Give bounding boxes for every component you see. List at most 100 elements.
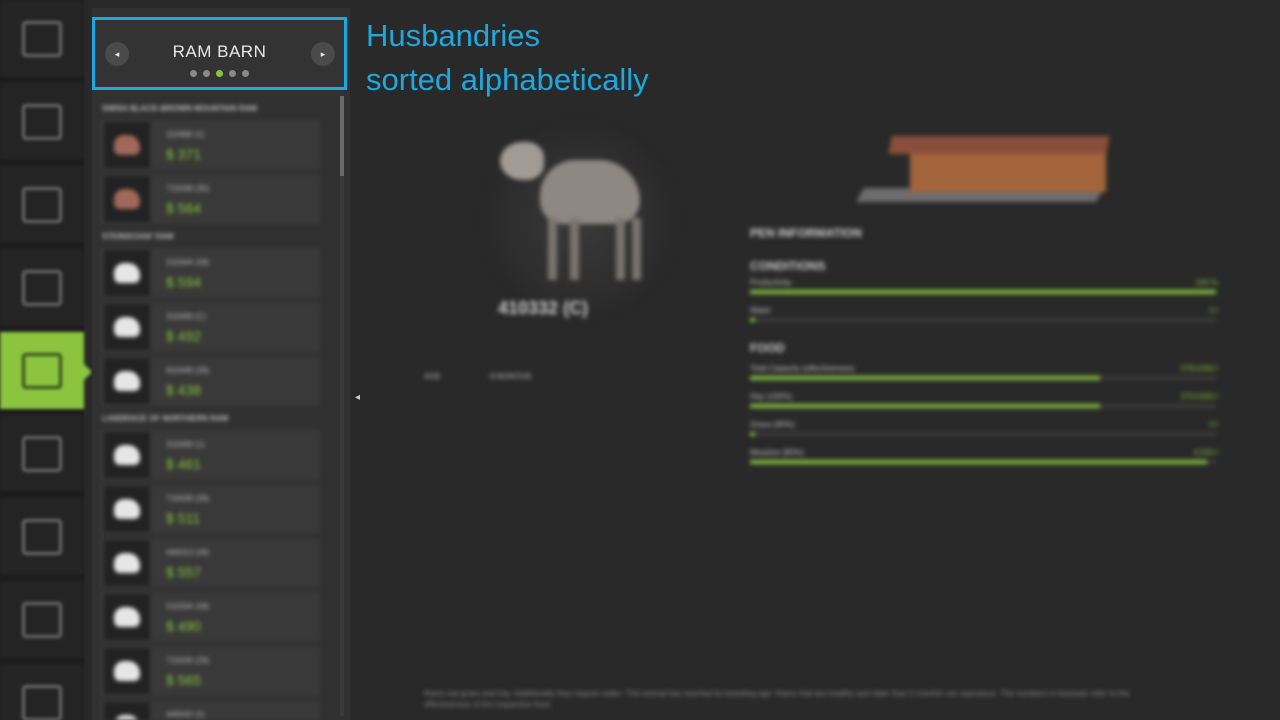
map-icon (22, 103, 62, 140)
animal-price: $ 511 (166, 510, 200, 526)
animal-thumbnail (104, 304, 150, 350)
animal-name: 440042 (1) (166, 710, 205, 719)
animal-price: $ 371 (166, 146, 202, 162)
barn-image (910, 152, 1106, 192)
annotation-line-2: sorted alphabetically (366, 62, 649, 97)
list-item[interactable]: 910448 (29) $ 438 (100, 356, 320, 406)
sheep-icon (114, 661, 140, 681)
ram-leg (616, 218, 625, 280)
animal-name: 710039 (29) (166, 656, 210, 665)
annotation-line-1: Husbandries (366, 18, 541, 53)
stat-value: 0 l (1209, 420, 1218, 429)
food-title: FOOD (750, 341, 785, 355)
animal-name: 310089 (C) (166, 312, 207, 321)
stat-bar-fill (750, 318, 755, 322)
animal-thumbnail (104, 358, 150, 404)
menu-tab-5[interactable] (0, 415, 84, 495)
animal-thumbnail (104, 432, 150, 478)
page-dot[interactable] (242, 70, 249, 77)
animal-thumbnail (104, 540, 150, 586)
animal-name: 440013 (29) (166, 548, 210, 557)
stat-label: Water (750, 306, 772, 315)
list-item[interactable]: 210344 (29) $ 594 (100, 248, 320, 298)
page-dot[interactable] (216, 70, 223, 77)
animal-price: $ 557 (166, 564, 202, 580)
stat-bar-fill (750, 376, 1100, 380)
barn-roof (888, 136, 1110, 154)
stat-label: Productivity (750, 278, 792, 287)
sheep-icon (114, 189, 140, 209)
page-dot[interactable] (203, 70, 210, 77)
animal-list: SWISS BLACK-BROWN MOUNTAIN RAM 110489 (1)… (100, 98, 340, 720)
animal-name: 310089 (1) (166, 440, 205, 449)
detail-area: 410332 (C) AGE 8 MONTHS PEN INFORMATION … (370, 100, 1270, 720)
page-indicator (95, 70, 344, 77)
menu-tab-7[interactable] (0, 581, 84, 661)
menu-tab-1[interactable] (0, 83, 84, 163)
stat-label: Meadow (80%) (750, 448, 804, 457)
menu-tab-3[interactable] (0, 249, 84, 329)
sheep-icon (114, 371, 140, 391)
stat-bar-fill (750, 460, 1207, 464)
animal-price: $ 564 (166, 200, 202, 216)
animal-price: $ 492 (166, 328, 202, 344)
price-icon (22, 518, 62, 555)
list-item[interactable]: 310089 (C) $ 492 (100, 302, 320, 352)
animal-name: 710048 (30) (166, 184, 210, 193)
animal-price: $ 594 (166, 274, 202, 290)
list-item[interactable]: 440042 (1) (100, 700, 320, 720)
sheep-icon (114, 715, 140, 720)
animal-price: $ 438 (166, 382, 202, 398)
page-dot[interactable] (190, 70, 197, 77)
next-husbandry-button[interactable]: ▸ (311, 42, 335, 66)
bank-icon (22, 20, 62, 57)
chevron-right-icon: ▸ (320, 48, 326, 59)
menu-tab-2[interactable] (0, 166, 84, 246)
finances-icon (22, 601, 62, 638)
list-item[interactable]: 510334 (29) $ 490 (100, 592, 320, 642)
list-item[interactable]: 310089 (1) $ 461 (100, 430, 320, 480)
menu-tab-6[interactable] (0, 498, 84, 578)
list-item[interactable]: 710038 (29) $ 511 (100, 484, 320, 534)
husbandry-title: RAM BARN (172, 42, 267, 61)
list-item[interactable]: 440013 (29) $ 557 (100, 538, 320, 588)
calendar-icon (22, 186, 62, 223)
sheep-icon (114, 263, 140, 283)
list-item[interactable]: 710048 (30) $ 564 (100, 174, 320, 224)
conditions-title: CONDITIONS (750, 259, 826, 273)
animal-name: 710038 (29) (166, 494, 210, 503)
ram-image (540, 160, 640, 224)
collapse-panel-icon[interactable]: ◂ (355, 392, 360, 403)
pen-information-title: PEN INFORMATION (750, 226, 862, 240)
animal-price: $ 490 (166, 618, 202, 634)
list-scrollbar[interactable] (340, 96, 344, 716)
menu-tab-8[interactable] (0, 664, 84, 720)
animal-thumbnail (104, 702, 150, 720)
menu-tab-0[interactable] (0, 0, 84, 80)
ram-leg (632, 218, 641, 280)
stat-value: 375/1000 l (1180, 392, 1218, 401)
ram-head (500, 142, 544, 180)
stat-label: Total Capacity (effectiveness) (750, 364, 855, 373)
breed-group-title: STEINSCHAF RAM (102, 232, 174, 241)
page-dot[interactable] (229, 70, 236, 77)
animal-thumbnail (104, 122, 150, 168)
breed-group-title: SWISS BLACK-BROWN MOUNTAIN RAM (102, 104, 257, 113)
age-value: 8 MONTHS (490, 372, 532, 381)
stat-bar-fill (750, 432, 755, 436)
stat-bar (750, 290, 1216, 294)
list-scroll-thumb[interactable] (340, 96, 344, 176)
list-item[interactable]: 710039 (29) $ 565 (100, 646, 320, 696)
animal-price: $ 461 (166, 456, 202, 472)
list-item[interactable]: 110489 (1) $ 371 (100, 120, 320, 170)
stat-label: Hay (100%) (750, 392, 793, 401)
husbandry-footnote: Rams eat grass and hay. Additionally the… (424, 689, 1130, 709)
animal-name: 110489 (1) (166, 130, 205, 139)
sheep-icon (114, 607, 140, 627)
production-icon (22, 269, 62, 306)
menu-tab-4[interactable] (0, 332, 92, 412)
animal-thumbnail (104, 594, 150, 640)
stat-bar (750, 318, 1216, 322)
animal-thumbnail (104, 648, 150, 694)
statistics-icon (22, 684, 62, 720)
